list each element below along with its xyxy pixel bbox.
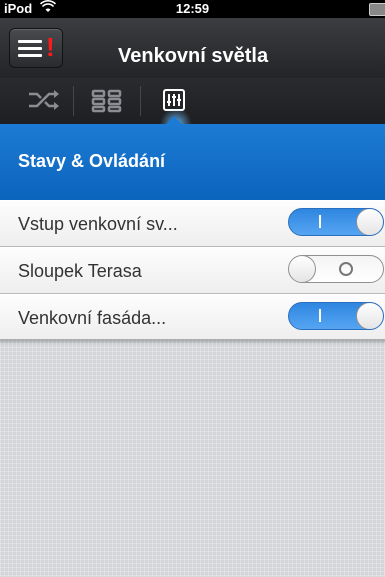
toolbar-divider xyxy=(73,86,74,116)
grid-icon[interactable] xyxy=(88,84,128,118)
toggle-on-indicator xyxy=(319,308,321,322)
toolbar-divider xyxy=(140,86,141,116)
list-item[interactable]: Vstup venkovní sv... xyxy=(0,200,385,247)
toggle-switch[interactable] xyxy=(288,255,384,283)
toolbar xyxy=(0,78,385,124)
clock: 12:59 xyxy=(175,1,210,16)
menu-button[interactable]: ! xyxy=(9,28,63,68)
list-item[interactable]: Venkovní fasáda... xyxy=(0,294,385,341)
toggle-knob xyxy=(356,209,383,235)
list-item-label: Vstup venkovní sv... xyxy=(18,214,178,234)
toggle-knob xyxy=(356,303,383,329)
toggle-switch[interactable] xyxy=(288,208,384,236)
device-list: Vstup venkovní sv... Sloupek Terasa Venk… xyxy=(0,200,385,341)
status-bar: iPod 12:59 xyxy=(0,0,385,18)
hamburger-icon xyxy=(18,40,42,57)
list-item-label: Sloupek Terasa xyxy=(18,261,142,281)
section-header: Stavy & Ovládání xyxy=(0,116,385,200)
active-tab-caret xyxy=(165,116,183,125)
list-shadow xyxy=(0,339,385,345)
toggle-switch[interactable] xyxy=(288,302,384,330)
toggle-on-indicator xyxy=(319,214,321,228)
page-title: Venkovní světla xyxy=(118,45,269,67)
empty-area xyxy=(0,339,385,577)
alert-icon: ! xyxy=(46,32,55,62)
toggle-knob xyxy=(289,256,316,282)
list-item-label: Venkovní fasáda... xyxy=(18,308,167,328)
title-bar: ! Venkovní světla xyxy=(0,18,385,78)
scenes-icon[interactable] xyxy=(25,84,65,118)
toggle-off-indicator xyxy=(339,261,353,276)
section-title: Stavy & Ovládání xyxy=(18,151,166,171)
list-item[interactable]: Sloupek Terasa xyxy=(0,247,385,294)
battery-icon xyxy=(369,3,385,16)
